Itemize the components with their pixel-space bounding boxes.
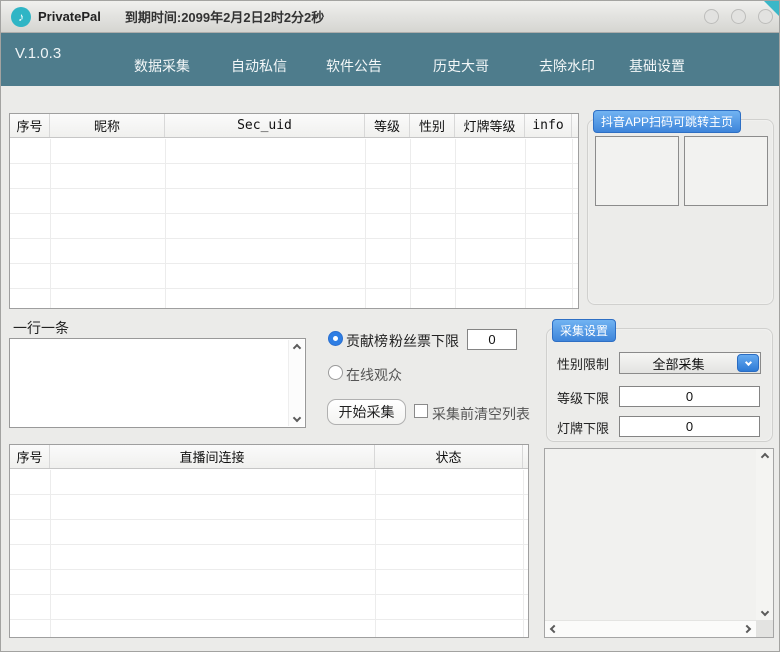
clear-checkbox-label[interactable]: 采集前清空列表 [432, 404, 530, 424]
scroll-up-icon[interactable] [760, 453, 768, 461]
col-gender: 性别 [410, 114, 455, 137]
grid-line [523, 470, 524, 637]
scroll-up-icon[interactable] [292, 344, 300, 352]
select-dropdown-button[interactable] [737, 354, 759, 372]
room-table: 序号 直播间连接 状态 [9, 444, 529, 638]
scroll-left-icon[interactable] [550, 625, 558, 633]
col-info: info [525, 114, 572, 137]
grid-line [525, 139, 526, 308]
grid-line [50, 139, 51, 308]
room-table-body[interactable] [10, 470, 528, 637]
fans-ticket-input[interactable] [467, 329, 517, 350]
grid-line [365, 139, 366, 308]
list-label: 一行一条 [13, 318, 69, 338]
col-nickname: 昵称 [50, 114, 165, 137]
col-lamp-level: 灯牌等级 [455, 114, 525, 137]
gender-limit-label: 性别限制 [557, 354, 609, 373]
log-vertical-scrollbar[interactable] [756, 449, 773, 620]
lamp-min-input[interactable] [619, 416, 760, 437]
version-label: V.1.0.3 [15, 45, 61, 62]
maximize-button[interactable] [731, 9, 746, 24]
minimize-button[interactable] [704, 9, 719, 24]
corner-accent [764, 1, 779, 16]
expiry-time-text: 到期时间:2099年2月2日2时2分2秒 [125, 7, 324, 26]
textarea-scrollbar[interactable] [288, 340, 304, 426]
col-index: 序号 [10, 445, 50, 468]
qr-panel: 抖音APP扫码可跳转主页 [587, 119, 774, 305]
nav-item-settings[interactable]: 基础设置 [629, 56, 685, 76]
titlebar: ♪ PrivatePal 到期时间:2099年2月2日2时2分2秒 [1, 1, 779, 33]
col-filler [523, 445, 528, 468]
window-controls [704, 9, 773, 24]
log-output-area[interactable] [545, 449, 756, 620]
scroll-right-icon[interactable] [743, 625, 751, 633]
col-room-link: 直播间连接 [50, 445, 375, 468]
nav-item-data-collect[interactable]: 数据采集 [134, 56, 190, 76]
col-level: 等级 [365, 114, 410, 137]
scroll-down-icon[interactable] [760, 608, 768, 616]
grid-line [165, 139, 166, 308]
nav-item-history[interactable]: 历史大哥 [433, 56, 489, 76]
radio-online-viewers[interactable] [328, 365, 343, 380]
user-table: 序号 昵称 Sec_uid 等级 性别 灯牌等级 info [9, 113, 579, 309]
room-list-textarea[interactable] [9, 338, 306, 428]
chevron-down-icon [744, 358, 751, 365]
collect-settings-title-badge: 采集设置 [552, 319, 616, 342]
scrollbar-corner [756, 620, 773, 637]
grid-line [455, 139, 456, 308]
col-filler [572, 114, 578, 137]
radio-contribution-label[interactable]: 贡献榜 [346, 331, 388, 351]
grid-line [50, 470, 51, 637]
level-min-label: 等级下限 [557, 388, 609, 407]
clear-before-collect-checkbox[interactable] [414, 404, 428, 418]
qr-panel-title-badge: 抖音APP扫码可跳转主页 [593, 110, 741, 133]
nav-item-auto-message[interactable]: 自动私信 [231, 56, 287, 76]
lamp-min-label: 灯牌下限 [557, 418, 609, 437]
col-index: 序号 [10, 114, 50, 137]
log-horizontal-scrollbar[interactable] [545, 620, 756, 637]
qr-code-box-1 [595, 136, 679, 206]
app-title: PrivatePal [38, 9, 101, 24]
gender-select-value: 全部采集 [620, 354, 737, 373]
scroll-down-icon[interactable] [292, 414, 300, 422]
col-status: 状态 [375, 445, 523, 468]
grid-line [572, 139, 573, 308]
nav-item-watermark[interactable]: 去除水印 [539, 56, 595, 76]
radio-contribution-list[interactable] [328, 331, 343, 346]
room-table-header: 序号 直播间连接 状态 [10, 445, 528, 469]
app-logo-music-note-icon: ♪ [11, 7, 31, 27]
gender-limit-select[interactable]: 全部采集 [619, 352, 761, 374]
app-window: ♪ PrivatePal 到期时间:2099年2月2日2时2分2秒 V.1.0.… [0, 0, 780, 652]
fans-ticket-label: 粉丝票下限 [389, 331, 459, 351]
col-sec-uid: Sec_uid [165, 114, 365, 137]
nav-item-announcement[interactable]: 软件公告 [326, 56, 382, 76]
grid-line [375, 470, 376, 637]
user-table-body[interactable] [10, 139, 578, 308]
qr-code-box-2 [684, 136, 768, 206]
user-table-header: 序号 昵称 Sec_uid 等级 性别 灯牌等级 info [10, 114, 578, 138]
radio-online-label[interactable]: 在线观众 [346, 365, 402, 385]
level-min-input[interactable] [619, 386, 760, 407]
log-panel [544, 448, 774, 638]
start-collect-button[interactable]: 开始采集 [327, 399, 406, 425]
main-menu-bar: V.1.0.3 数据采集 自动私信 软件公告 历史大哥 去除水印 基础设置 [1, 33, 779, 86]
grid-line [410, 139, 411, 308]
